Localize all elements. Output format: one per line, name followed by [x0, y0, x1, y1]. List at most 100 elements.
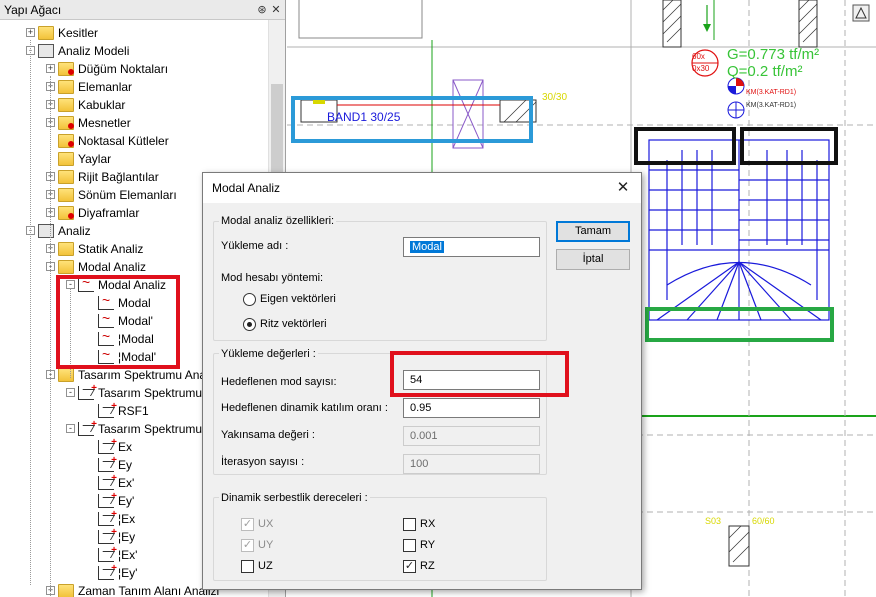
folder-icon: [58, 61, 74, 76]
tree-panel-header: Yapı Ağacı ⊛ ✕: [0, 0, 285, 20]
tree-item[interactable]: -Tasarım Spektrumu: [66, 416, 202, 437]
mode-count-highlight-box: [390, 351, 569, 397]
mode-count-label: Hedeflenen mod sayısı:: [221, 376, 337, 388]
iteration-label: İterasyon sayısı :: [221, 456, 305, 468]
tree-item-label: Analiz: [58, 223, 91, 238]
tree-item-label: Ex': [118, 475, 135, 490]
dof-checkbox-ry[interactable]: [403, 539, 416, 552]
dialog-titlebar: Modal Analiz ✕: [203, 173, 641, 203]
tree-item[interactable]: Ex': [86, 470, 135, 491]
tree-item-label: Yaylar: [78, 151, 112, 166]
tree-item[interactable]: Ex: [86, 434, 133, 455]
folder-icon: [58, 583, 74, 597]
tree-item[interactable]: - Analiz: [26, 221, 91, 239]
load-name-input[interactable]: Modal: [403, 237, 540, 257]
eigen-vectors-label[interactable]: Eigen vektörleri: [260, 293, 336, 305]
ritz-vectors-label[interactable]: Ritz vektörleri: [260, 318, 327, 330]
folder-icon: [58, 115, 74, 130]
expand-icon[interactable]: +: [46, 64, 55, 74]
tree-item[interactable]: + Sönüm Elemanları: [46, 185, 177, 203]
tree-item[interactable]: Ey': [86, 488, 134, 509]
spectrum-icon: [78, 416, 97, 436]
tree-connector-line: [30, 40, 31, 585]
section-dim-label: 30/30: [542, 92, 568, 103]
dof-label-ry: RY: [420, 539, 436, 551]
beam-tag-2: 0x30: [692, 64, 710, 73]
story-label-2: KM(3.KAT-RD1): [746, 102, 797, 109]
tree-item[interactable]: + Kabuklar: [46, 95, 125, 113]
folder-icon: [58, 259, 74, 274]
load-values-group-title: Yükleme değerleri :: [219, 348, 318, 360]
folder-icon: [58, 187, 74, 202]
participation-input[interactable]: 0.95: [403, 398, 540, 418]
convergence-input: 0.001: [403, 426, 540, 446]
ritz-vectors-radio[interactable]: [243, 318, 256, 331]
folder-icon: [38, 25, 54, 40]
tree-item-label: Sönüm Elemanları: [78, 187, 177, 202]
tree-item-label: ¦Ey': [118, 565, 138, 580]
tree-item[interactable]: - Analiz Modeli: [26, 41, 129, 59]
dof-label-ux: UX: [258, 518, 274, 530]
dof-checkbox-rz[interactable]: ✓: [403, 560, 416, 573]
ok-button[interactable]: Tamam: [556, 221, 630, 242]
folder-icon: [58, 151, 74, 166]
folder-icon: [58, 205, 74, 220]
folder-icon: [58, 169, 74, 184]
tree-connector-line: [50, 256, 51, 596]
tree-item[interactable]: Ey: [86, 452, 132, 473]
tree-item[interactable]: -Tasarım Spektrumu: [66, 380, 202, 401]
slab-label: S03: [705, 516, 722, 526]
band-highlight-box: [291, 96, 533, 143]
dof-group-title: Dinamik serbestlik dereceleri :: [219, 492, 370, 504]
beam-highlight-box-bottom: [645, 307, 834, 342]
tree-item[interactable]: + Diyaframlar: [46, 203, 139, 221]
tree-item-label: ¦Ey: [118, 529, 136, 544]
model-icon: [38, 223, 54, 238]
folder-icon: [58, 241, 74, 256]
tree-item[interactable]: + Rijit Bağlantılar: [46, 167, 159, 185]
close-icon[interactable]: ✕: [269, 0, 283, 20]
folder-icon: [58, 97, 74, 112]
dof-checkbox-rx[interactable]: [403, 518, 416, 531]
collapse-icon[interactable]: -: [66, 424, 75, 434]
tree-item[interactable]: + Mesnetler: [46, 113, 131, 131]
tree-item-label: Düğüm Noktaları: [78, 61, 169, 76]
eigen-vectors-radio[interactable]: [243, 293, 256, 306]
pin-icon[interactable]: ⊛: [255, 0, 269, 20]
tree-item[interactable]: + Elemanlar: [46, 77, 132, 95]
dof-label-rz: RZ: [420, 560, 435, 572]
cancel-button[interactable]: İptal: [556, 249, 630, 270]
expand-icon[interactable]: +: [26, 28, 35, 38]
dead-load-label: G=0.773 tf/m²: [727, 46, 820, 63]
tree-item[interactable]: + Düğüm Noktaları: [46, 59, 168, 77]
tree-item[interactable]: + Kesitler: [26, 23, 98, 41]
tree-item[interactable]: Noktasal Kütleler: [46, 131, 169, 149]
spectrum-icon: [98, 560, 117, 580]
dialog-close-icon[interactable]: ✕: [611, 173, 635, 203]
convergence-label: Yakınsama değeri :: [221, 429, 315, 441]
tree-item-label: Statik Analiz: [78, 241, 144, 256]
tree-item[interactable]: + Zaman Tanım Alanı Analizi: [46, 581, 219, 597]
tree-item[interactable]: -Modal Analiz: [46, 257, 146, 275]
tree-item-label: Kesitler: [58, 25, 99, 40]
dialog-title: Modal Analiz: [212, 181, 281, 195]
tree-item-label: Ex: [118, 439, 133, 454]
collapse-icon[interactable]: -: [66, 388, 75, 398]
tree-item-label: Analiz Modeli: [58, 43, 130, 58]
tree-item-label: Mesnetler: [78, 115, 131, 130]
spectrum-icon: [98, 398, 117, 418]
dof-checkbox-uy: ✓: [241, 539, 254, 552]
dof-checkbox-ux: ✓: [241, 518, 254, 531]
tree-item-label: Zaman Tanım Alanı Analizi: [78, 583, 220, 597]
tree-item-label: Elemanlar: [78, 79, 133, 94]
load-name-label: Yükleme adı :: [221, 240, 289, 252]
dof-checkbox-uz[interactable]: [241, 560, 254, 573]
tree-item-label: ¦Ex: [118, 511, 136, 526]
tree-item[interactable]: Yaylar: [46, 149, 111, 167]
tree-connector-line: [50, 76, 51, 256]
folder-icon: [58, 79, 74, 94]
tree-item[interactable]: + Statik Analiz: [46, 239, 143, 257]
tree-item[interactable]: ¦Ey': [86, 560, 138, 581]
folder-icon: [58, 367, 74, 382]
tree-item-label: Noktasal Kütleler: [78, 133, 169, 148]
